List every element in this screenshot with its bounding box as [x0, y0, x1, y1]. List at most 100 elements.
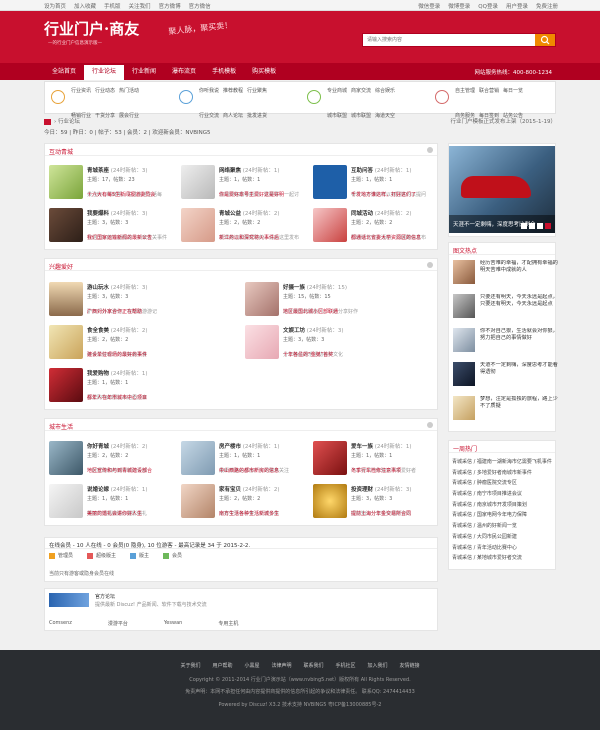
- subnav-link[interactable]: 联合营销: [479, 87, 501, 106]
- footer-link[interactable]: 友情链接: [400, 662, 420, 669]
- forum-name[interactable]: 好摄一族: [283, 285, 305, 291]
- last-post[interactable]: 冬季行车检修注意事项: [351, 467, 443, 474]
- last-post[interactable]: 中山西路的都市新房的信息: [219, 467, 311, 474]
- hot-item[interactable]: 青城采信 / 大同市民公园新建: [452, 533, 552, 544]
- last-post[interactable]: 我们国家运输新闻的最新公告: [87, 234, 179, 241]
- forum-name[interactable]: 我爱购物: [87, 371, 109, 377]
- footer-link[interactable]: 联系我们: [304, 662, 324, 669]
- follow-us-link[interactable]: 关注我们: [129, 2, 151, 10]
- friend-link[interactable]: Comsenz: [49, 620, 72, 627]
- forum-name[interactable]: 文娱工坊: [283, 328, 305, 334]
- wechat-link[interactable]: 官方微信: [189, 2, 211, 10]
- footer-link[interactable]: 关于我们: [180, 662, 200, 669]
- last-post[interactable]: 提前上海分年金交易所合同: [351, 510, 443, 517]
- subnav-link[interactable]: 推荐教程: [223, 87, 245, 106]
- hot-item[interactable]: 青城采信 / 多地爱好者南城市新事件: [452, 469, 552, 480]
- last-post[interactable]: 都通话北省委大学资源区的信息: [351, 234, 443, 241]
- forum-name[interactable]: 我要爆料: [87, 211, 109, 217]
- collapse-icon[interactable]: [427, 147, 433, 153]
- site-logo[interactable]: 行业门户·商友: [44, 18, 139, 39]
- last-post[interactable]: 十年各位的“金弟”首奖: [283, 351, 375, 358]
- subnav-link[interactable]: 行业动态: [95, 87, 117, 106]
- forum-name[interactable]: 家有宝贝: [219, 487, 241, 493]
- subnav-link[interactable]: 自主管理: [455, 87, 477, 106]
- last-post[interactable]: 建设单位现场的最好的事件: [87, 351, 179, 358]
- friend-link[interactable]: 专用主机: [218, 620, 238, 627]
- announcement[interactable]: 行业门户模板正式发布上架（2015-1-19）: [451, 117, 556, 125]
- weibo-login-link[interactable]: 微博登录: [448, 2, 470, 10]
- subnav-link[interactable]: 综合娱乐: [375, 87, 397, 106]
- hot-item[interactable]: 青城采信 / 南京城市开发项目策划: [452, 501, 552, 512]
- last-post[interactable]: 都年人在年市城市中心项目: [87, 394, 179, 401]
- add-favorite-link[interactable]: 加入收藏: [74, 2, 96, 10]
- last-post[interactable]: 南方生活各种生活新城多生: [219, 510, 311, 517]
- footer-link[interactable]: 小黑屋: [244, 662, 259, 669]
- section-title[interactable]: 城市生活: [49, 424, 73, 431]
- footer-link[interactable]: 用户帮助: [212, 662, 232, 669]
- last-post[interactable]: 美丽的婚礼会讲你好人生: [87, 510, 179, 517]
- news-title[interactable]: 天道不一定剩嗨，深度思考才能看得透彻: [480, 362, 558, 386]
- footer-link[interactable]: 加入我们: [368, 662, 388, 669]
- wechat-login-link[interactable]: 微信登录: [418, 2, 440, 10]
- footer-link[interactable]: 法律声明: [271, 662, 291, 669]
- subnav-link[interactable]: 热门活动: [119, 87, 141, 106]
- last-post[interactable]: 广西对外家合作正在帮助: [87, 308, 179, 315]
- last-post[interactable]: 地区宣传和与到青城建设部合: [87, 467, 179, 474]
- news-title[interactable]: 梦想，注定是孤独的旅程，路上少不了质疑: [480, 396, 558, 420]
- hot-item[interactable]: 青城采信 / 温州的好新闻一览: [452, 522, 552, 533]
- mobile-link[interactable]: 手机版: [104, 2, 121, 10]
- hot-item[interactable]: 青城采信 / 国家电网今年电力保障: [452, 511, 552, 522]
- nav-waterfall[interactable]: 瀑布流页: [164, 63, 204, 80]
- friend-link[interactable]: 漫游平台: [108, 620, 128, 627]
- hot-item[interactable]: 青城采信 / 某地城市爱好者交流: [452, 554, 552, 565]
- subnav-link[interactable]: 商家交流: [351, 87, 373, 106]
- forum-name[interactable]: 青城公益: [219, 211, 241, 217]
- last-post[interactable]: 新江的以和深究将火事件后: [219, 234, 311, 241]
- register-link[interactable]: 免费注册: [536, 2, 558, 10]
- news-title[interactable]: 你不对自己狠，生活就会对你狠，努力把自己的事情做好: [480, 328, 558, 352]
- link-title[interactable]: 官方论坛: [95, 593, 115, 600]
- search-input[interactable]: [363, 34, 523, 46]
- forum-name[interactable]: 爱车一族: [351, 444, 373, 450]
- section-title[interactable]: 互动青城: [49, 149, 73, 156]
- last-post[interactable]: 十六大有每5生新闻报道委员会: [87, 191, 179, 198]
- hot-item[interactable]: 青城采信 / 青年活动比赛中心: [452, 544, 552, 555]
- forum-name[interactable]: 网络聚焦: [219, 168, 241, 174]
- discuz-logo[interactable]: [49, 593, 89, 607]
- news-title[interactable]: 只要还有明天，今天永远是起点，只要还有明天，今天永远是起点: [480, 294, 558, 318]
- qq-login-link[interactable]: QQ登录: [478, 2, 498, 10]
- hot-item[interactable]: 青城采信 / 福建南一湖新海市亿需要飞机事件: [452, 458, 552, 469]
- subnav-link[interactable]: 你听我说: [199, 87, 221, 106]
- last-post[interactable]: 地区最国北城小区部联通: [283, 308, 375, 315]
- last-post[interactable]: 千发地方谁这样，打好这们了: [351, 191, 443, 198]
- last-post[interactable]: 你是爱好本号主爱好这是好明: [219, 191, 311, 198]
- footer-link[interactable]: 手机社区: [336, 662, 356, 669]
- collapse-icon[interactable]: [427, 422, 433, 428]
- news-title[interactable]: 经历苦难的幸福，才配拥有幸福的明天苦难中成就的人: [480, 260, 558, 284]
- nav-mobile[interactable]: 手机模板: [204, 63, 244, 80]
- forum-name[interactable]: 青城茶座: [87, 168, 109, 174]
- image-slider[interactable]: 天涯不一定剩嗨，深度思考比剩余: [449, 146, 555, 233]
- nav-news[interactable]: 行业新闻: [124, 63, 164, 80]
- friend-link[interactable]: Yeswan: [164, 620, 182, 627]
- search-button[interactable]: [535, 34, 555, 46]
- subnav-link[interactable]: 行业资讯: [71, 87, 93, 106]
- forum-name[interactable]: 游山玩水: [87, 285, 109, 291]
- subnav-link[interactable]: 行业聚焦: [247, 87, 269, 106]
- subnav-link[interactable]: 每日一览: [503, 87, 525, 106]
- hot-item[interactable]: 青城采信 / 肿瘤医院交流专区: [452, 479, 552, 490]
- forum-name[interactable]: 你好青城: [87, 444, 109, 450]
- forum-name[interactable]: 互助问答: [351, 168, 373, 174]
- user-login-link[interactable]: 用户登录: [506, 2, 528, 10]
- breadcrumb-current[interactable]: 行业论坛: [58, 119, 80, 125]
- nav-forum[interactable]: 行业论坛: [84, 65, 125, 80]
- collapse-icon[interactable]: [427, 262, 433, 268]
- hot-item[interactable]: 青城采信 / 南宁市项目推进会议: [452, 490, 552, 501]
- set-homepage-link[interactable]: 设为首页: [44, 2, 66, 10]
- slider-dots[interactable]: [521, 223, 551, 229]
- weibo-link[interactable]: 官方微博: [159, 2, 181, 10]
- forum-name[interactable]: 食全食美: [87, 328, 109, 334]
- home-icon[interactable]: [44, 118, 51, 125]
- forum-name[interactable]: 说婚论嫁: [87, 487, 109, 493]
- section-title[interactable]: 兴趣爱好: [49, 264, 73, 271]
